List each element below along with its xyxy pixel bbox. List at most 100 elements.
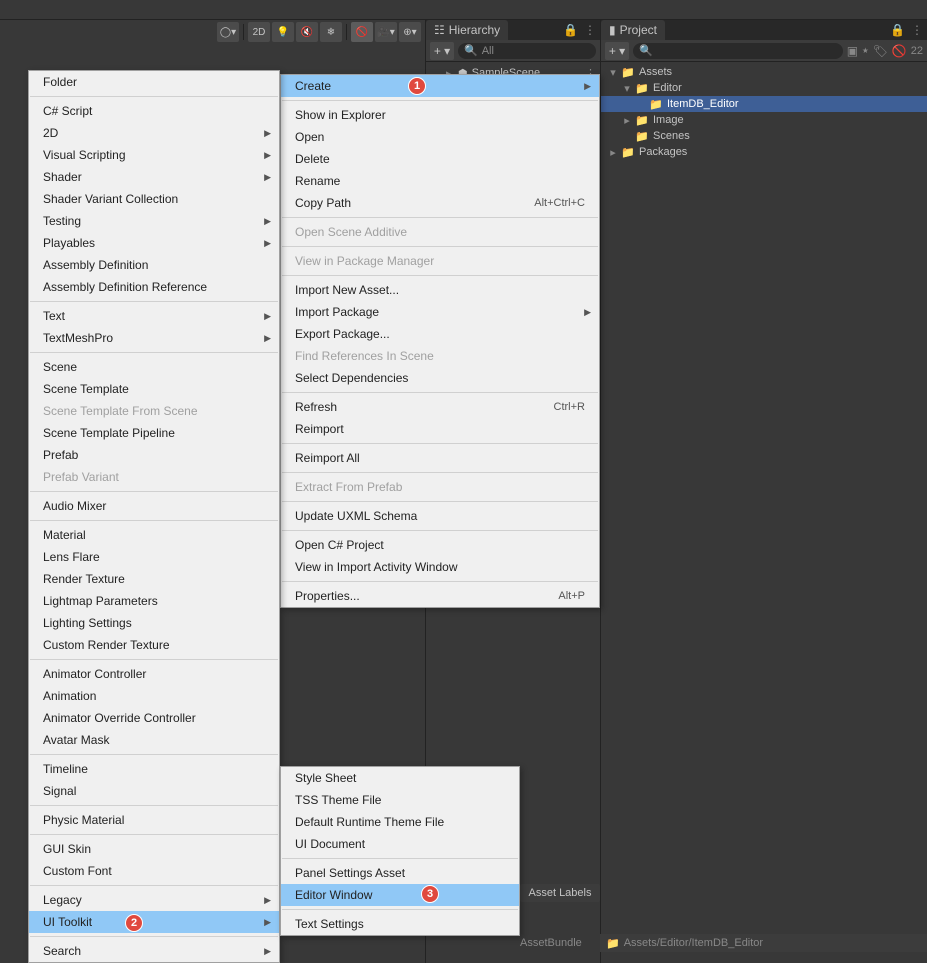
- menu-custom-font[interactable]: Custom Font: [29, 860, 279, 882]
- menu-textmeshpro[interactable]: TextMeshPro▶: [29, 327, 279, 349]
- kebab-icon[interactable]: ⋮: [584, 23, 596, 37]
- menu-lens-flare[interactable]: Lens Flare: [29, 546, 279, 568]
- menu-signal[interactable]: Signal: [29, 780, 279, 802]
- menu-tss-theme[interactable]: TSS Theme File: [281, 789, 519, 811]
- menu-cs-script[interactable]: C# Script: [29, 100, 279, 122]
- menu-panel-settings[interactable]: Panel Settings Asset: [281, 862, 519, 884]
- assets-row[interactable]: ▾📁Assets: [601, 64, 927, 80]
- hidden-icon[interactable]: 🚫: [351, 22, 373, 42]
- scenes-row[interactable]: 📁Scenes: [601, 128, 927, 144]
- menu-text[interactable]: Text▶: [29, 305, 279, 327]
- chevron-right-icon: ▶: [264, 150, 271, 161]
- menu-avatar-mask[interactable]: Avatar Mask: [29, 729, 279, 751]
- menu-render-texture[interactable]: Render Texture: [29, 568, 279, 590]
- menu-reimport-all[interactable]: Reimport All: [281, 447, 599, 469]
- menu-scene-template-pipeline[interactable]: Scene Template Pipeline: [29, 422, 279, 444]
- menu-delete[interactable]: Delete: [281, 148, 599, 170]
- image-row[interactable]: ▸📁Image: [601, 112, 927, 128]
- menu-update-uxml[interactable]: Update UXML Schema: [281, 505, 599, 527]
- menu-open-cs-project[interactable]: Open C# Project: [281, 534, 599, 556]
- audio-icon[interactable]: 🔇: [296, 22, 318, 42]
- menu-animator-controller[interactable]: Animator Controller: [29, 663, 279, 685]
- menu-open-scene-additive: Open Scene Additive: [281, 221, 599, 243]
- hierarchy-tab[interactable]: ☷ Hierarchy: [426, 20, 508, 40]
- menu-create[interactable]: Create▶: [281, 75, 599, 97]
- menu-view-import-activity[interactable]: View in Import Activity Window: [281, 556, 599, 578]
- hidden-icon[interactable]: 🚫: [892, 44, 907, 58]
- menu-folder[interactable]: Folder: [29, 71, 279, 93]
- menu-select-dependencies[interactable]: Select Dependencies: [281, 367, 599, 389]
- menu-export-package[interactable]: Export Package...: [281, 323, 599, 345]
- menu-import-new-asset[interactable]: Import New Asset...: [281, 279, 599, 301]
- filter-icon[interactable]: ▣: [847, 44, 858, 58]
- menu-visual-scripting[interactable]: Visual Scripting▶: [29, 144, 279, 166]
- project-pathbar: 📁Assets/Editor/ItemDB_Editor: [600, 934, 927, 952]
- menu-custom-render-texture[interactable]: Custom Render Texture: [29, 634, 279, 656]
- menu-audio-mixer[interactable]: Audio Mixer: [29, 495, 279, 517]
- lock-icon[interactable]: 🔒: [890, 23, 905, 37]
- menu-copy-path[interactable]: Copy PathAlt+Ctrl+C: [281, 192, 599, 214]
- gizmo-dropdown[interactable]: ◯▾: [217, 22, 239, 42]
- menu-import-package[interactable]: Import Package▶: [281, 301, 599, 323]
- menu-gui-skin[interactable]: GUI Skin: [29, 838, 279, 860]
- chevron-right-icon: ▶: [264, 311, 271, 322]
- toggle-2d[interactable]: 2D: [248, 22, 270, 42]
- itemdb-row[interactable]: 📁ItemDB_Editor: [601, 96, 927, 112]
- add-button[interactable]: + ▾: [430, 42, 454, 60]
- menu-legacy[interactable]: Legacy▶: [29, 889, 279, 911]
- favorite-icon[interactable]: ⭑: [862, 43, 868, 58]
- menu-shader-variant[interactable]: Shader Variant Collection: [29, 188, 279, 210]
- kebab-icon[interactable]: ⋮: [911, 23, 923, 37]
- menu-playables[interactable]: Playables▶: [29, 232, 279, 254]
- create-submenu: Folder C# Script 2D▶ Visual Scripting▶ S…: [28, 70, 280, 963]
- menu-prefab[interactable]: Prefab: [29, 444, 279, 466]
- gizmos-icon[interactable]: ⊕▾: [399, 22, 421, 42]
- folder-icon: 📁: [635, 130, 649, 143]
- menu-ui-document[interactable]: UI Document: [281, 833, 519, 855]
- annotation-badge-3: 3: [421, 885, 439, 903]
- menu-rename[interactable]: Rename: [281, 170, 599, 192]
- menu-assembly-definition[interactable]: Assembly Definition: [29, 254, 279, 276]
- shortcut-label: Ctrl+R: [554, 401, 585, 413]
- menu-properties[interactable]: Properties...Alt+P: [281, 585, 599, 607]
- menu-material[interactable]: Material: [29, 524, 279, 546]
- menu-lighting-settings[interactable]: Lighting Settings: [29, 612, 279, 634]
- menu-text-settings[interactable]: Text Settings: [281, 913, 519, 935]
- hierarchy-icon: ☷: [434, 23, 445, 37]
- project-panel: ▮ Project 🔒⋮ + ▾ 🔍 ▣ ⭑ 🏷 🚫 22 ▾📁Assets ▾…: [600, 20, 927, 963]
- menu-open[interactable]: Open: [281, 126, 599, 148]
- light-icon[interactable]: 💡: [272, 22, 294, 42]
- menu-ui-toolkit[interactable]: UI Toolkit▶: [29, 911, 279, 933]
- tree-label: Editor: [653, 82, 682, 94]
- menu-reimport[interactable]: Reimport: [281, 418, 599, 440]
- menu-testing[interactable]: Testing▶: [29, 210, 279, 232]
- editor-row[interactable]: ▾📁Editor: [601, 80, 927, 96]
- lock-icon[interactable]: 🔒: [563, 23, 578, 37]
- menu-search[interactable]: Search▶: [29, 940, 279, 962]
- project-tab[interactable]: ▮ Project: [601, 20, 665, 40]
- camera-icon[interactable]: 🎥▾: [375, 22, 397, 42]
- menu-scene-template[interactable]: Scene Template: [29, 378, 279, 400]
- menu-style-sheet[interactable]: Style Sheet: [281, 767, 519, 789]
- menu-animator-override[interactable]: Animator Override Controller: [29, 707, 279, 729]
- menu-default-runtime-theme[interactable]: Default Runtime Theme File: [281, 811, 519, 833]
- menu-lightmap-parameters[interactable]: Lightmap Parameters: [29, 590, 279, 612]
- asset-labels-header[interactable]: Asset Labels: [520, 884, 600, 902]
- label-icon[interactable]: 🏷: [873, 44, 888, 58]
- menu-assembly-definition-reference[interactable]: Assembly Definition Reference: [29, 276, 279, 298]
- project-search[interactable]: 🔍: [633, 43, 843, 59]
- fx-icon[interactable]: ❄: [320, 22, 342, 42]
- pathbar-text: Assets/Editor/ItemDB_Editor: [624, 937, 763, 949]
- menu-show-in-explorer[interactable]: Show in Explorer: [281, 104, 599, 126]
- add-button[interactable]: + ▾: [605, 42, 629, 60]
- packages-row[interactable]: ▸📁Packages: [601, 144, 927, 160]
- menu-refresh[interactable]: RefreshCtrl+R: [281, 396, 599, 418]
- menu-shader[interactable]: Shader▶: [29, 166, 279, 188]
- menu-2d[interactable]: 2D▶: [29, 122, 279, 144]
- menu-editor-window[interactable]: Editor Window: [281, 884, 519, 906]
- menu-timeline[interactable]: Timeline: [29, 758, 279, 780]
- hierarchy-search[interactable]: 🔍All: [458, 43, 596, 59]
- menu-animation[interactable]: Animation: [29, 685, 279, 707]
- menu-physic-material[interactable]: Physic Material: [29, 809, 279, 831]
- menu-scene[interactable]: Scene: [29, 356, 279, 378]
